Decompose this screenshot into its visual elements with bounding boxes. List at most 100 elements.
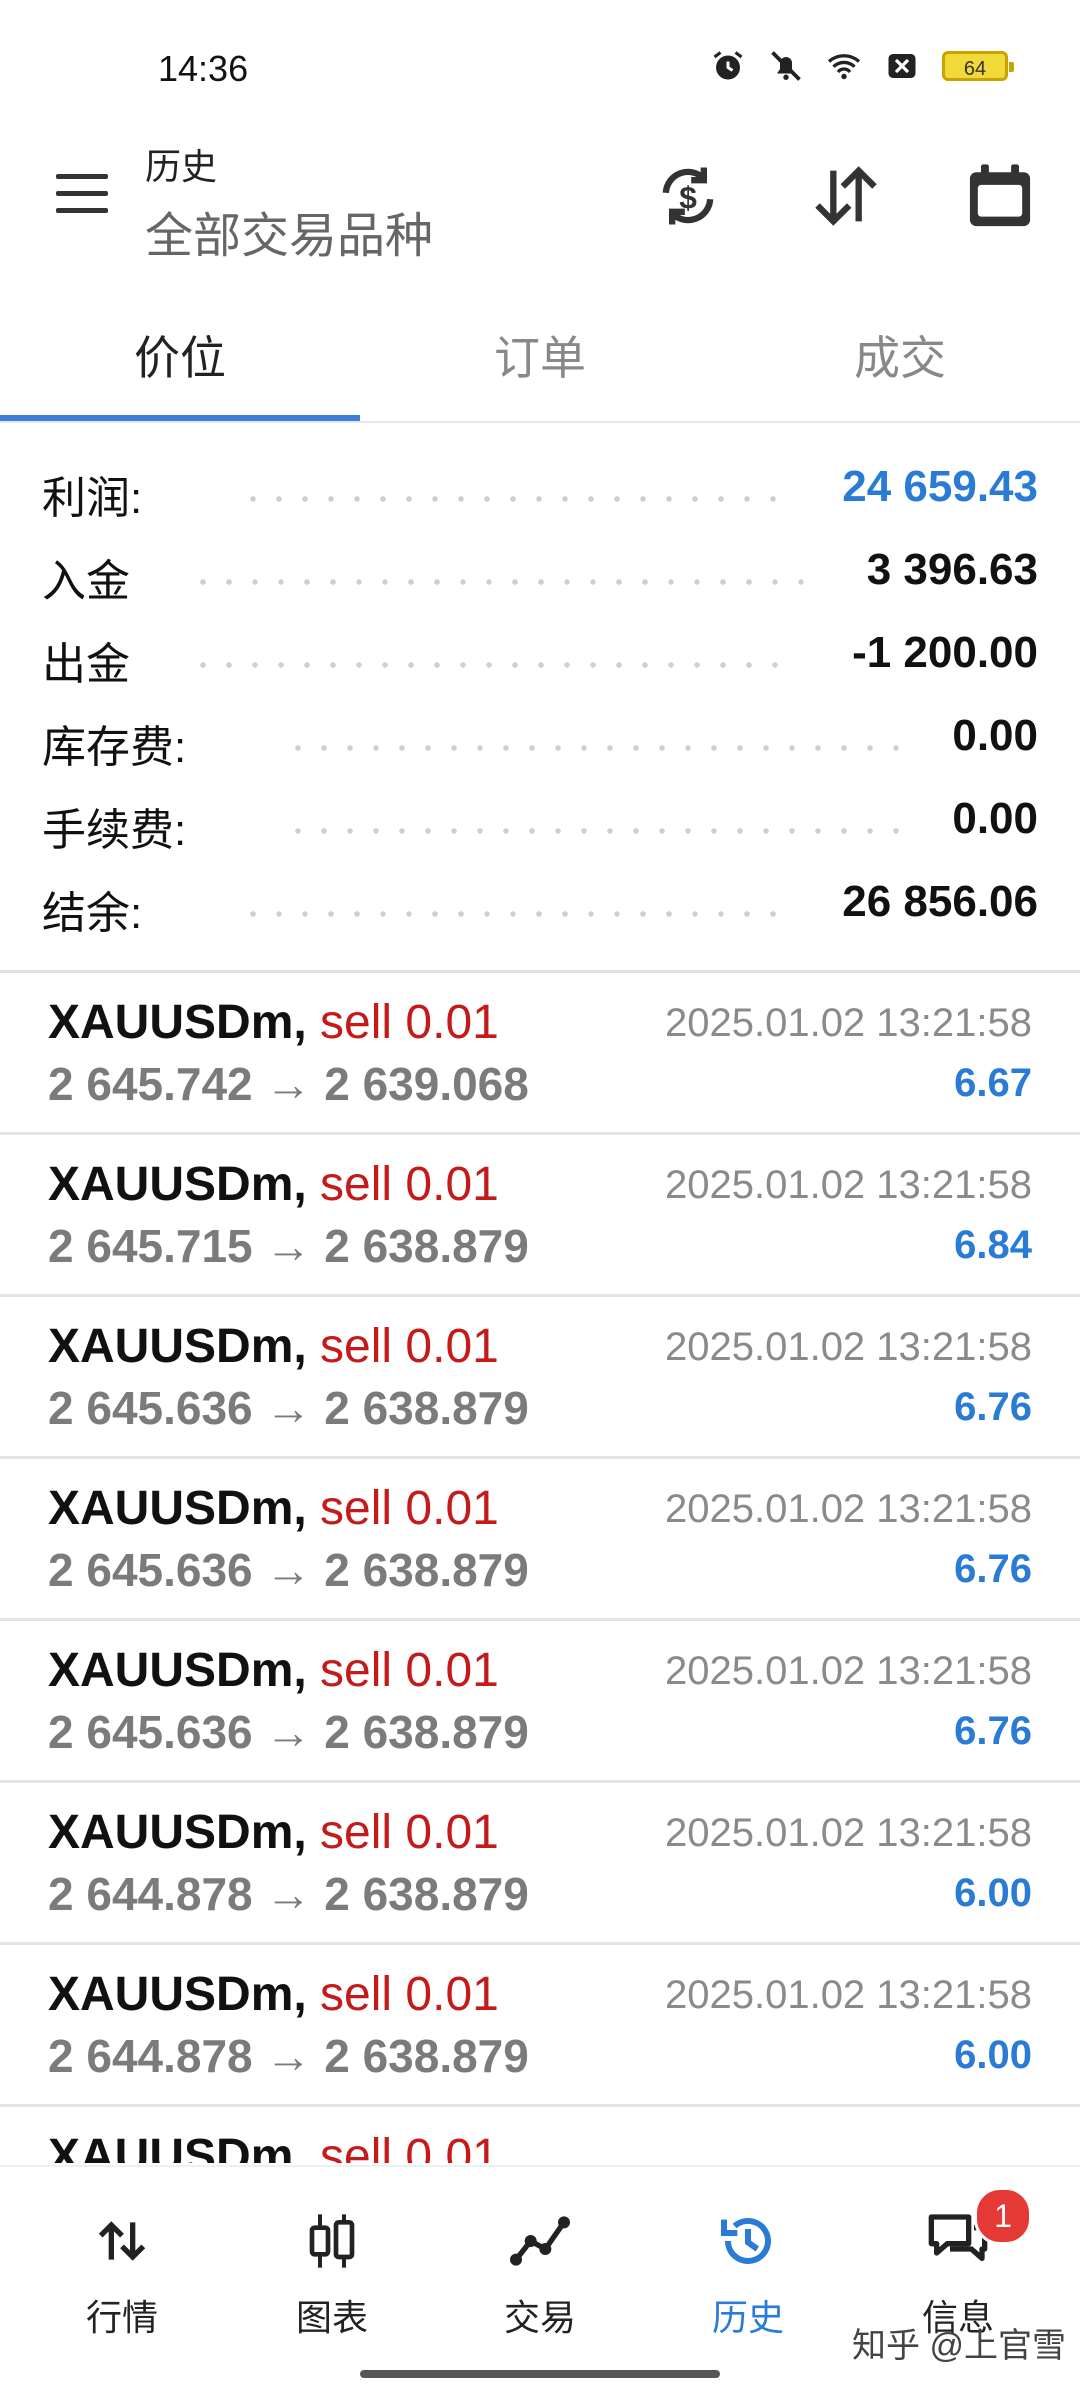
nav-item-history[interactable]: 历史: [668, 2209, 828, 2341]
alarm-icon: [713, 51, 743, 80]
trade-profit: 6.76: [954, 1547, 1032, 1591]
trade-profit: 6.84: [954, 1223, 1032, 1267]
summary-label: 手续费:: [42, 806, 187, 855]
summary-value: 24 659.43: [842, 462, 1038, 511]
leader-dots: [240, 496, 780, 502]
trade-symbol: XAUUSDm, sell 0.01: [48, 1319, 499, 1374]
tab-orders[interactable]: 订单: [360, 300, 720, 422]
trade-time: 2025.01.02 13:21:58: [664, 1811, 1032, 1855]
sort-icon[interactable]: [808, 158, 884, 234]
summary-label: 出金: [42, 640, 130, 689]
leader-dots: [285, 828, 905, 834]
trade-profit: 6.00: [954, 1871, 1032, 1915]
symbol-filter[interactable]: 全部交易品种: [145, 196, 433, 266]
wifi-icon: [827, 54, 861, 80]
nav-divider: [0, 2165, 1080, 2167]
battery-level: 64: [963, 58, 987, 80]
leader-dots: [190, 579, 810, 585]
trade-prices: 2 644.878 → 2 638.879: [48, 2030, 529, 2082]
sim-off-icon: [888, 54, 916, 78]
candlestick-icon: [309, 2214, 355, 2268]
trade-symbol: XAUUSDm, sell 0.01: [48, 1481, 499, 1536]
trade-list: XAUUSDm, sell 0.01 2 645.742 → 2 639.068…: [0, 973, 1080, 2163]
app-bar-titles[interactable]: 历史 全部交易品种: [145, 138, 433, 266]
summary-value: 3 396.63: [866, 545, 1038, 594]
trade-side: sell 0.01: [320, 1320, 499, 1373]
svg-text:$: $: [679, 180, 697, 216]
unread-badge: 1: [974, 2187, 1032, 2245]
trade-time: 2025.01.02 13:21:58: [664, 1487, 1032, 1531]
trade-line-icon: [510, 2216, 570, 2266]
nav-item-charts[interactable]: 图表: [252, 2209, 412, 2341]
trade-symbol: XAUUSDm, sell 0.01: [48, 1805, 499, 1860]
trade-row[interactable]: XAUUSDm, sell 0.01 2 645.742 → 2 639.068…: [0, 973, 1080, 1135]
tab-prices[interactable]: 价位: [0, 300, 360, 422]
status-time: 14:36: [158, 48, 249, 89]
trade-row[interactable]: XAUUSDm, sell 0.01 2 645.715 → 2 638.879…: [0, 1135, 1080, 1297]
trade-row[interactable]: XAUUSDm, sell 0.01: [0, 2107, 1080, 2163]
nav-item-trade[interactable]: 交易: [460, 2209, 620, 2341]
summary-value: 26 856.06: [842, 877, 1038, 926]
trade-prices: 2 645.636 → 2 638.879: [48, 1544, 529, 1596]
tab-bar: 价位 订单 成交: [0, 300, 1080, 422]
trade-symbol-name: XAUUSDm,: [48, 996, 307, 1049]
nav-label: 交易: [503, 2297, 576, 2338]
trade-symbol-name: XAUUSDm,: [48, 1158, 307, 1211]
trade-symbol: XAUUSDm, sell 0.01: [48, 1643, 499, 1698]
history-icon: [721, 2217, 771, 2264]
trade-row[interactable]: XAUUSDm, sell 0.01 2 645.636 → 2 638.879…: [0, 1297, 1080, 1459]
tab-deals[interactable]: 成交: [720, 300, 1080, 422]
trade-side: sell 0.01: [320, 1482, 499, 1535]
quotes-arrows-icon: [98, 2221, 146, 2261]
trade-symbol-name: XAUUSDm,: [48, 1644, 307, 1697]
summary-row-deposit: 入金 3 396.63: [0, 531, 1080, 614]
trade-time: 2025.01.02 13:21:58: [664, 1325, 1032, 1369]
leader-dots: [285, 745, 905, 751]
menu-icon[interactable]: [52, 172, 112, 216]
trade-row[interactable]: XAUUSDm, sell 0.01 2 645.636 → 2 638.879…: [0, 1621, 1080, 1783]
summary-label: 库存费:: [42, 723, 187, 772]
trade-symbol-name: XAUUSDm,: [48, 1482, 307, 1535]
calendar-icon[interactable]: [962, 158, 1038, 234]
trade-row[interactable]: XAUUSDm, sell 0.01 2 645.636 → 2 638.879…: [0, 1459, 1080, 1621]
summary-label: 入金: [42, 557, 130, 606]
summary-label: 利润:: [42, 474, 143, 523]
trade-side: sell 0.01: [320, 1806, 499, 1859]
summary-value: -1 200.00: [852, 628, 1038, 677]
nav-item-quotes[interactable]: 行情: [42, 2209, 202, 2341]
trade-side: sell 0.01: [320, 1158, 499, 1211]
trade-symbol: XAUUSDm, sell 0.01: [48, 2129, 499, 2163]
trade-side: sell 0.01: [320, 1644, 499, 1697]
trade-side: sell 0.01: [320, 1968, 499, 2021]
home-indicator[interactable]: [360, 2370, 720, 2378]
trade-time: 2025.01.02 13:21:58: [664, 1649, 1032, 1693]
trade-prices: 2 645.742 → 2 639.068: [48, 1058, 529, 1110]
trade-prices: 2 645.636 → 2 638.879: [48, 1706, 529, 1758]
trade-side: sell 0.01: [320, 996, 499, 1049]
nav-label: 行情: [85, 2297, 158, 2338]
trade-symbol: XAUUSDm, sell 0.01: [48, 1157, 499, 1212]
summary-row-commission: 手续费: 0.00: [0, 780, 1080, 863]
summary-label: 结余:: [42, 889, 143, 938]
app-bar: 历史 全部交易品种 $: [0, 120, 1080, 270]
summary-row-withdrawal: 出金 -1 200.00: [0, 614, 1080, 697]
nav-label: 历史: [711, 2297, 784, 2338]
page-title: 历史: [145, 146, 218, 187]
trade-profit: 6.76: [954, 1709, 1032, 1753]
trade-prices: 2 645.715 → 2 638.879: [48, 1220, 529, 1272]
trade-prices: 2 645.636 → 2 638.879: [48, 1382, 529, 1434]
trade-symbol-name: XAUUSDm,: [48, 1320, 307, 1373]
status-bar: 14:36 64: [0, 0, 1080, 120]
trade-row[interactable]: XAUUSDm, sell 0.01 2 644.878 → 2 638.879…: [0, 1945, 1080, 2107]
trade-profit: 6.00: [954, 2033, 1032, 2077]
trade-time: 2025.01.02 13:21:58: [664, 1163, 1032, 1207]
trade-profit: 6.67: [954, 1061, 1032, 1105]
trade-row[interactable]: XAUUSDm, sell 0.01 2 644.878 → 2 638.879…: [0, 1783, 1080, 1945]
trade-time: 2025.01.02 13:21:58: [664, 1001, 1032, 1045]
summary-row-balance: 结余: 26 856.06: [0, 863, 1080, 946]
trade-side: sell 0.01: [320, 2130, 499, 2163]
trade-symbol-name: XAUUSDm,: [48, 2130, 307, 2163]
currency-refresh-icon[interactable]: $: [650, 158, 726, 234]
summary-row-swap: 库存费: 0.00: [0, 697, 1080, 780]
summary-row-profit: 利润: 24 659.43: [0, 448, 1080, 531]
